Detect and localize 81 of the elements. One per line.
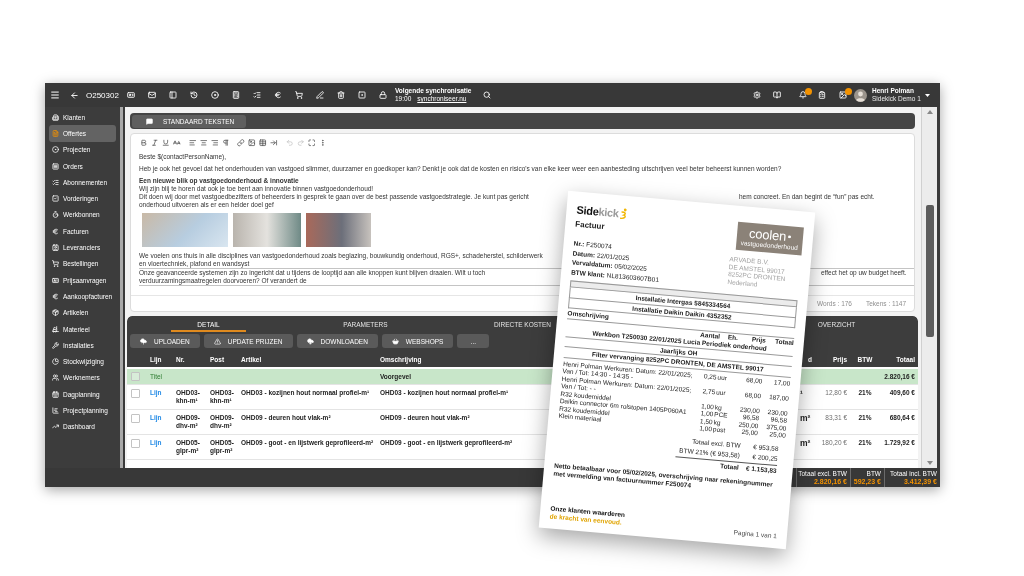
cloud-upload-icon (140, 337, 147, 345)
scroll-up-arrow-icon[interactable] (926, 110, 933, 114)
search-icon[interactable] (483, 91, 492, 99)
align-center-icon[interactable] (199, 139, 207, 147)
table-cell: ¹ (800, 389, 803, 397)
caret-icon[interactable] (925, 93, 930, 97)
table-cell: m² (800, 414, 811, 422)
panel-icon[interactable] (168, 91, 177, 99)
underline-icon[interactable] (162, 139, 170, 147)
italic-icon[interactable] (151, 139, 159, 147)
euro-icon (52, 227, 59, 235)
company-name: coolen (748, 226, 787, 243)
row-checkbox[interactable] (131, 389, 140, 398)
cart-icon (52, 260, 59, 268)
figure-icon (619, 207, 629, 221)
list-icon (52, 162, 59, 170)
basket-icon (391, 337, 399, 345)
check-square-icon (52, 195, 59, 203)
calculator-icon[interactable] (231, 91, 240, 99)
trend-line-icon (52, 423, 59, 431)
back-arrow-icon[interactable] (70, 90, 79, 100)
warning-icon (213, 337, 221, 345)
settings-icon[interactable] (753, 91, 761, 99)
arrow-to-line-icon[interactable] (270, 139, 278, 147)
users-icon (52, 374, 59, 382)
contact-card-icon (52, 244, 59, 251)
chat-icon (146, 117, 153, 125)
photo-placeholder (233, 213, 301, 247)
disc-icon[interactable] (210, 91, 219, 99)
clipboard-icon[interactable] (818, 91, 826, 99)
square-dot-icon[interactable] (357, 91, 366, 99)
notification-dot-icon (805, 88, 812, 95)
dot-icon (787, 235, 792, 239)
gantt-chart-icon (52, 407, 59, 414)
document-icon (52, 129, 59, 137)
history-icon[interactable] (189, 91, 198, 99)
row-checkbox[interactable] (131, 414, 140, 423)
forklift-icon (52, 325, 59, 333)
menu-icon[interactable] (50, 90, 60, 100)
link-icon[interactable] (237, 139, 245, 147)
building-icon (52, 113, 59, 121)
invoice-title: Factuur (574, 219, 605, 232)
align-left-icon[interactable] (188, 139, 196, 147)
row-checkbox[interactable] (131, 439, 140, 448)
euro-icon (52, 292, 59, 300)
notification-dot-icon (845, 88, 852, 95)
package-icon (52, 309, 59, 317)
id-card-icon (52, 276, 59, 284)
paragraph-icon[interactable] (221, 139, 229, 147)
document-number: O250302 (86, 90, 120, 100)
font-size-icon[interactable] (173, 139, 181, 147)
checklist-icon[interactable] (252, 91, 261, 99)
cart-icon[interactable] (294, 91, 303, 99)
table-cell: m² (800, 439, 811, 447)
bell-icon[interactable] (799, 91, 807, 99)
checklist-icon (52, 178, 59, 186)
cloud-download-icon (306, 337, 314, 345)
table-icon[interactable] (259, 139, 267, 147)
scroll-down-arrow-icon[interactable] (926, 461, 933, 465)
bold-icon[interactable] (140, 139, 148, 147)
pie-chart-icon (52, 358, 59, 366)
scrollbar-thumb[interactable] (925, 205, 934, 337)
book-icon[interactable] (773, 91, 781, 99)
euro-icon[interactable] (273, 91, 282, 99)
avatar-icon[interactable] (854, 88, 867, 102)
align-right-icon[interactable] (210, 139, 218, 147)
calendar-icon (52, 390, 59, 398)
fullscreen-icon[interactable] (307, 139, 315, 147)
scrollbar[interactable] (921, 107, 937, 468)
image-icon[interactable] (248, 139, 256, 147)
lock-icon[interactable] (378, 91, 387, 99)
id-card-icon[interactable] (126, 91, 135, 99)
logo-wordmark: Sidekick (576, 203, 620, 220)
row-checkbox[interactable] (131, 372, 140, 381)
pen-icon[interactable] (315, 91, 324, 99)
trash-icon[interactable] (336, 91, 345, 99)
mail-icon[interactable] (147, 91, 156, 99)
photo-placeholder (306, 213, 371, 247)
wrench-icon (52, 341, 59, 349)
stopwatch-icon (52, 211, 59, 219)
circle-dot-icon (52, 146, 59, 154)
